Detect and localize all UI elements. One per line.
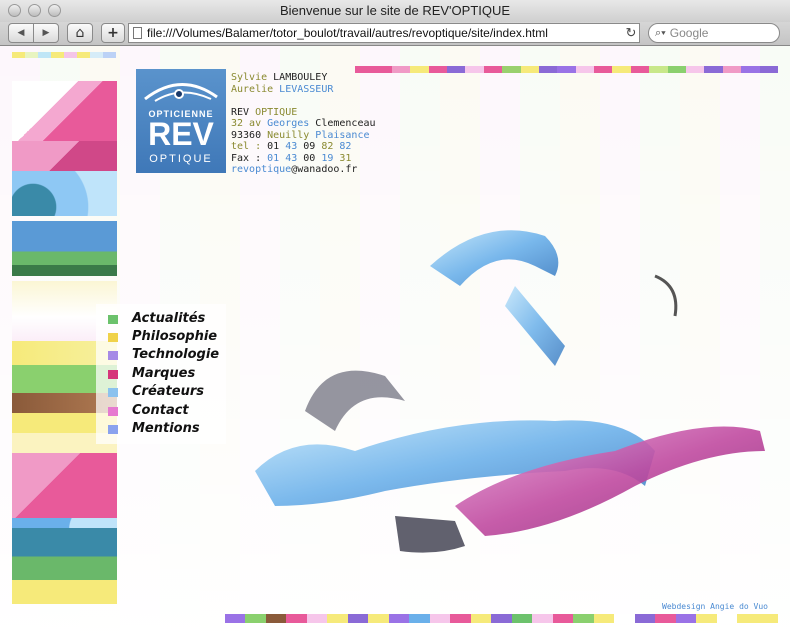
page-viewport: OPTICIENNE REV OPTIQUE Sylvie LAMBOULEY … bbox=[0, 46, 790, 643]
fax-label: Fax : bbox=[231, 152, 268, 164]
nav-bullet-icon bbox=[108, 370, 118, 379]
nav-bullet-icon bbox=[108, 315, 118, 324]
add-bookmark-button[interactable]: + bbox=[101, 23, 125, 43]
top-color-bar bbox=[355, 66, 778, 73]
decor-tile-pink bbox=[12, 81, 117, 141]
fax-part-1: 01 bbox=[267, 152, 286, 164]
nav-label: Mentions bbox=[132, 421, 200, 436]
window-title: Bienvenue sur le site de REV'OPTIQUE bbox=[279, 3, 511, 18]
logo-rev-text: REV bbox=[148, 116, 214, 152]
forward-arrow-icon: ▶ bbox=[42, 28, 50, 38]
fax-part-5: 31 bbox=[339, 152, 352, 164]
fax-part-4: 19 bbox=[321, 152, 340, 164]
company-name-a: REV bbox=[231, 106, 256, 118]
bottom-color-bar bbox=[225, 614, 779, 623]
address-1-b: Georges bbox=[267, 118, 316, 129]
home-icon: ⌂ bbox=[75, 25, 85, 41]
nav-label: Contact bbox=[132, 403, 189, 418]
address-2-b: Neuilly bbox=[267, 129, 316, 141]
nav-label: Actualités bbox=[132, 311, 206, 326]
address-1-c: Clemenceau bbox=[315, 118, 376, 129]
nav-item-mentions[interactable]: Mentions bbox=[96, 420, 226, 438]
webdesign-credit[interactable]: Webdesign Angie do Vuo bbox=[662, 602, 768, 611]
nav-bullet-icon bbox=[108, 425, 118, 434]
plus-icon: + bbox=[107, 25, 119, 41]
email-link-user[interactable]: revoptique bbox=[231, 164, 291, 175]
name-last-2: LEVASSEUR bbox=[279, 83, 334, 95]
nav-item-contact[interactable]: Contact bbox=[96, 402, 226, 420]
tel-part-2: 43 bbox=[285, 141, 304, 152]
name-first-2: Aurelie bbox=[231, 83, 280, 95]
decor-tile-teal bbox=[12, 528, 117, 580]
glasses-illustration bbox=[255, 230, 765, 553]
nav-bullet-icon bbox=[108, 351, 118, 360]
nav-item-actualites[interactable]: Actualités bbox=[96, 310, 226, 328]
eye-logo-icon bbox=[144, 83, 218, 102]
nav-item-marques[interactable]: Marques bbox=[96, 365, 226, 383]
tel-part-4: 82 bbox=[321, 141, 340, 152]
nav-label: Philosophie bbox=[132, 329, 218, 344]
decor-tile-blue-green bbox=[12, 221, 117, 276]
forward-button[interactable]: ▶ bbox=[33, 23, 59, 43]
company-name-b: OPTIQUE bbox=[255, 106, 298, 118]
reload-icon[interactable]: ↻ bbox=[623, 25, 639, 41]
search-icon: ⌕▾ bbox=[655, 26, 666, 39]
url-text: file:///Volumes/Balamer/totor_boulot/tra… bbox=[147, 26, 548, 40]
tel-part-5: 82 bbox=[339, 141, 352, 152]
email-link-domain[interactable]: @wanadoo.fr bbox=[291, 164, 357, 175]
address-bar[interactable]: file:///Volumes/Balamer/totor_boulot/tra… bbox=[128, 23, 640, 43]
browser-toolbar: ◀ ▶ ⌂ + file:///Volumes/Balamer/totor_bo… bbox=[0, 22, 790, 46]
decor-tile-lightblue bbox=[12, 171, 117, 216]
address-2-a: 93360 bbox=[231, 129, 268, 141]
address-1-a: 32 av bbox=[231, 118, 268, 129]
fax-part-2: 43 bbox=[285, 152, 304, 164]
name-last-1: LAMBOULEY bbox=[273, 72, 328, 83]
search-placeholder: Google bbox=[669, 26, 709, 40]
top-left-color-strip bbox=[12, 52, 116, 58]
title-bar: Bienvenue sur le site de REV'OPTIQUE bbox=[0, 0, 790, 23]
nav-item-philosophie[interactable]: Philosophie bbox=[96, 328, 226, 346]
nav-label: Créateurs bbox=[132, 384, 204, 399]
nav-item-createurs[interactable]: Créateurs bbox=[96, 383, 226, 401]
tel-part-1: 01 bbox=[267, 141, 286, 152]
fax-part-3: 00 bbox=[303, 152, 322, 164]
tel-label: tel : bbox=[231, 141, 268, 152]
main-nav-menu: Actualités Philosophie Technologie Marqu… bbox=[96, 304, 226, 444]
browser-window: Bienvenue sur le site de REV'OPTIQUE ◀ ▶… bbox=[0, 0, 790, 643]
nav-label: Marques bbox=[132, 366, 196, 381]
home-button[interactable]: ⌂ bbox=[67, 23, 93, 43]
decor-tile-magenta bbox=[12, 141, 117, 171]
back-button[interactable]: ◀ bbox=[8, 23, 34, 43]
name-first-1: Sylvie bbox=[231, 72, 274, 83]
back-arrow-icon: ◀ bbox=[17, 28, 25, 38]
nav-label: Technologie bbox=[132, 347, 220, 362]
decor-tile-yellow-3 bbox=[12, 580, 117, 604]
logo-optique-text: OPTIQUE bbox=[149, 153, 213, 165]
rev-optique-logo[interactable]: OPTICIENNE REV OPTIQUE bbox=[136, 69, 226, 173]
file-icon bbox=[133, 27, 142, 39]
search-field[interactable]: ⌕▾ Google bbox=[648, 23, 780, 43]
contact-info: Sylvie LAMBOULEY Aurelie LEVASSEUR REV O… bbox=[231, 72, 376, 176]
nav-item-technologie[interactable]: Technologie bbox=[96, 346, 226, 364]
nav-bullet-icon bbox=[108, 407, 118, 416]
address-2-c: Plaisance bbox=[315, 129, 370, 141]
decor-tile-pink-2 bbox=[12, 453, 117, 518]
tel-part-3: 09 bbox=[303, 141, 322, 152]
nav-bullet-icon bbox=[108, 333, 118, 342]
nav-bullet-icon bbox=[108, 388, 118, 397]
